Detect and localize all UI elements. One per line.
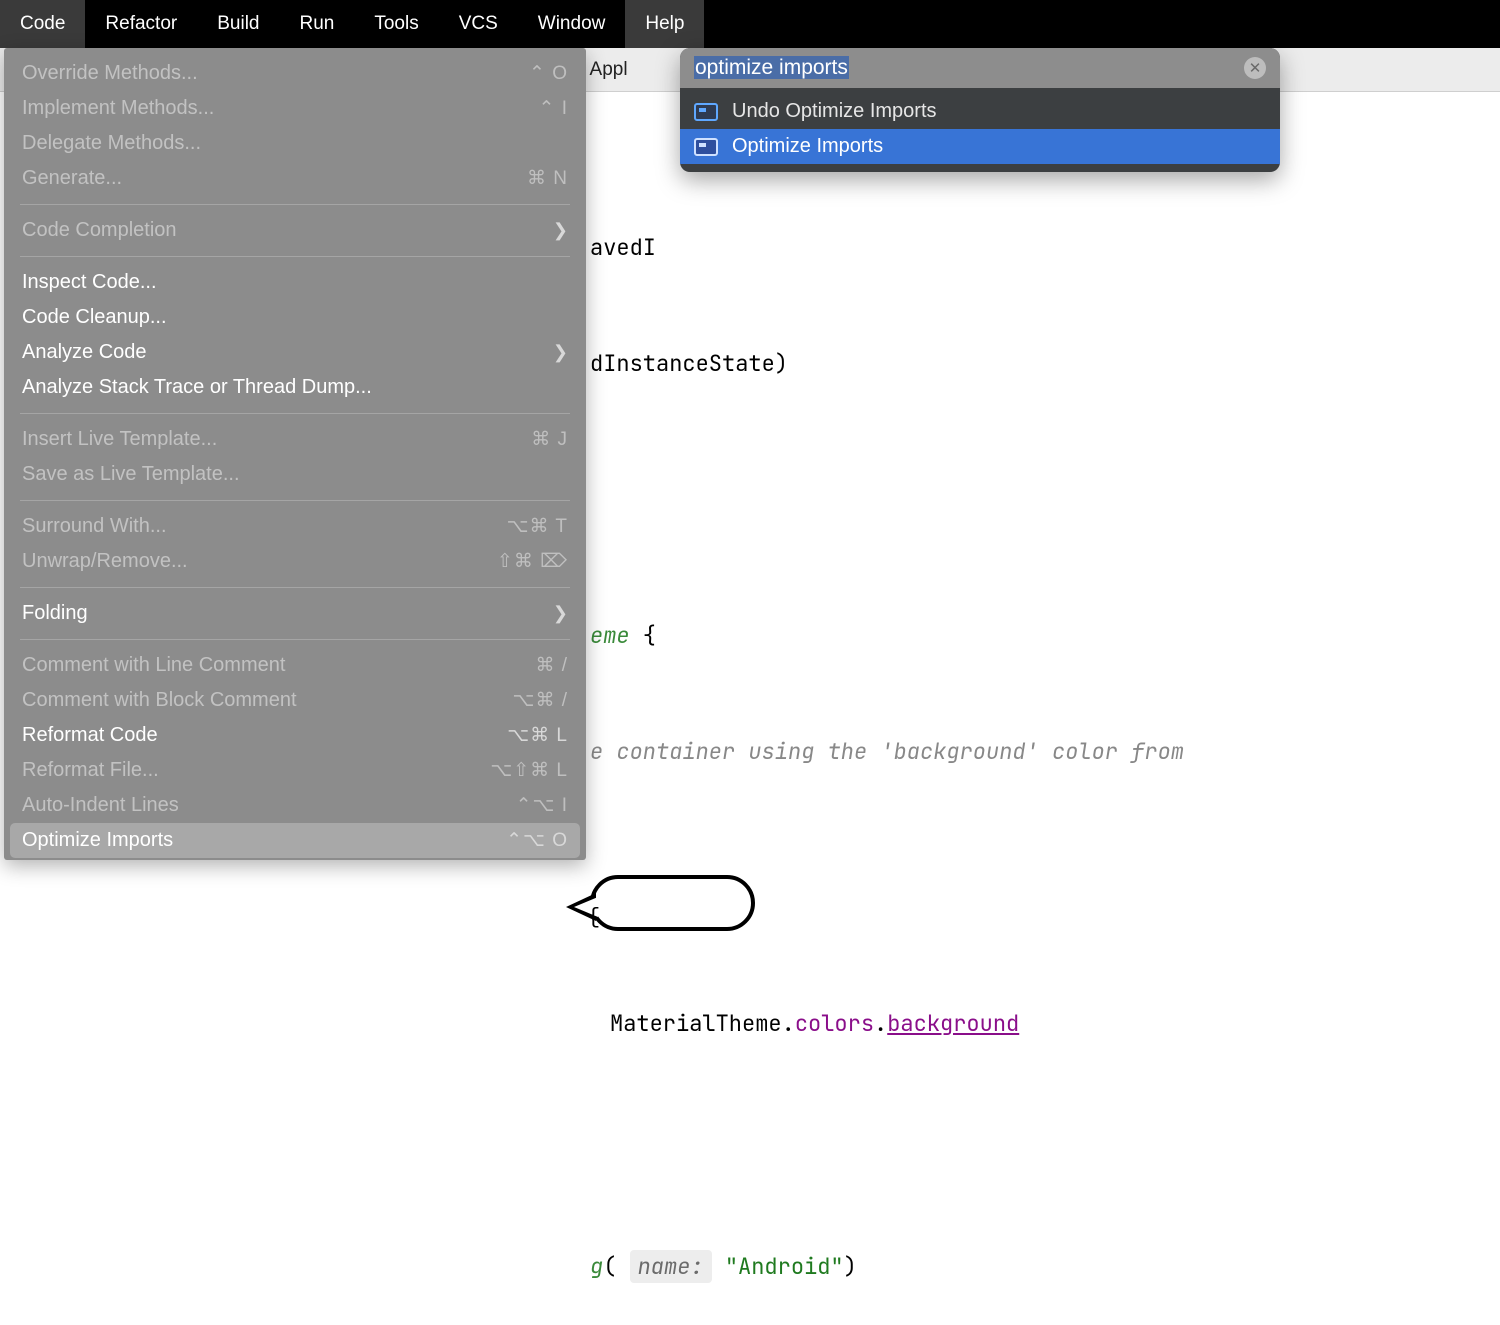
menu-separator bbox=[20, 256, 570, 257]
menu-separator bbox=[20, 639, 570, 640]
search-result-label: Optimize Imports bbox=[732, 135, 883, 158]
menu-item-reformat-file[interactable]: Reformat File...⌥⇧⌘ L bbox=[4, 753, 586, 788]
menu-item-optimize-imports[interactable]: Optimize Imports⌃⌥ O bbox=[10, 823, 580, 858]
parameter-hint: name: bbox=[630, 1250, 712, 1283]
callout-bubble bbox=[590, 875, 755, 931]
menu-item-auto-indent[interactable]: Auto-Indent Lines⌃⌥ I bbox=[4, 788, 586, 823]
menu-item-delegate-methods[interactable]: Delegate Methods... bbox=[4, 126, 586, 161]
menu-item-save-live-template[interactable]: Save as Live Template... bbox=[4, 457, 586, 492]
menu-item-folding[interactable]: Folding❯ bbox=[4, 596, 586, 631]
search-result-label: Undo Optimize Imports bbox=[732, 100, 937, 123]
menu-item-reformat-code[interactable]: Reformat Code⌥⌘ L bbox=[4, 718, 586, 753]
menu-item-inspect-code[interactable]: Inspect Code... bbox=[4, 265, 586, 300]
menu-item-implement-methods[interactable]: Implement Methods...⌃ I bbox=[4, 91, 586, 126]
chevron-right-icon: ❯ bbox=[553, 342, 568, 363]
menu-item-comment-block[interactable]: Comment with Block Comment⌥⌘ / bbox=[4, 683, 586, 718]
chevron-right-icon: ❯ bbox=[553, 220, 568, 241]
menu-item-unwrap-remove[interactable]: Unwrap/Remove...⇧⌘ ⌦ bbox=[4, 544, 586, 579]
menu-item-comment-line[interactable]: Comment with Line Comment⌘ / bbox=[4, 648, 586, 683]
menu-refactor[interactable]: Refactor bbox=[85, 0, 197, 48]
chevron-right-icon: ❯ bbox=[553, 603, 568, 624]
menu-run[interactable]: Run bbox=[279, 0, 354, 48]
menu-separator bbox=[20, 500, 570, 501]
menubar: Code Refactor Build Run Tools VCS Window… bbox=[0, 0, 1500, 48]
menu-separator bbox=[20, 587, 570, 588]
code-dropdown-menu: Override Methods...⌃ O Implement Methods… bbox=[4, 48, 586, 860]
search-result-undo-optimize-imports[interactable]: Undo Optimize Imports bbox=[680, 94, 1280, 129]
menu-item-code-completion[interactable]: Code Completion❯ bbox=[4, 213, 586, 248]
search-field[interactable]: optimize imports ✕ bbox=[680, 48, 1280, 88]
action-icon bbox=[694, 138, 718, 156]
menu-item-generate[interactable]: Generate...⌘ N bbox=[4, 161, 586, 196]
clear-search-icon[interactable]: ✕ bbox=[1244, 57, 1266, 79]
search-result-optimize-imports[interactable]: Optimize Imports bbox=[680, 129, 1280, 164]
menu-item-surround-with[interactable]: Surround With...⌥⌘ T bbox=[4, 509, 586, 544]
menu-item-override-methods[interactable]: Override Methods...⌃ O bbox=[4, 56, 586, 91]
menu-separator bbox=[20, 413, 570, 414]
menu-code[interactable]: Code bbox=[0, 0, 85, 48]
menu-tools[interactable]: Tools bbox=[354, 0, 438, 48]
menu-separator bbox=[20, 204, 570, 205]
search-everywhere-popup: optimize imports ✕ Undo Optimize Imports… bbox=[680, 48, 1280, 172]
menu-item-code-cleanup[interactable]: Code Cleanup... bbox=[4, 300, 586, 335]
menu-item-analyze-stack-trace[interactable]: Analyze Stack Trace or Thread Dump... bbox=[4, 370, 586, 405]
menu-help[interactable]: Help bbox=[625, 0, 704, 48]
search-results: Undo Optimize Imports Optimize Imports bbox=[680, 88, 1280, 172]
menu-item-analyze-code[interactable]: Analyze Code❯ bbox=[4, 335, 586, 370]
search-query-text[interactable]: optimize imports bbox=[694, 56, 849, 79]
menu-window[interactable]: Window bbox=[518, 0, 626, 48]
code-brace: { bbox=[587, 905, 600, 930]
menu-vcs[interactable]: VCS bbox=[439, 0, 518, 48]
menu-build[interactable]: Build bbox=[197, 0, 279, 48]
menu-item-insert-live-template[interactable]: Insert Live Template...⌘ J bbox=[4, 422, 586, 457]
action-icon bbox=[694, 103, 718, 121]
